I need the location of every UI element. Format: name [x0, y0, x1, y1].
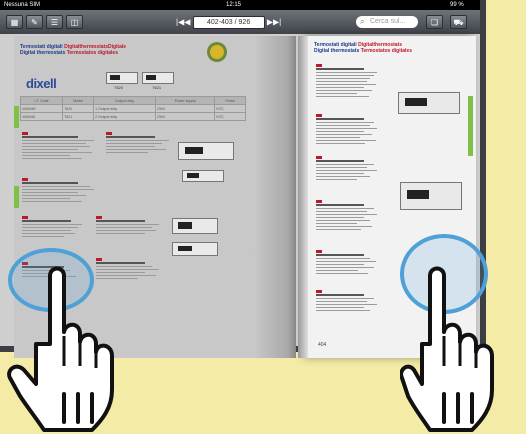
page-number: 404 — [318, 342, 327, 348]
controller-image — [172, 242, 218, 256]
two-page-icon: ◫ — [70, 18, 79, 27]
page-edge — [298, 36, 308, 358]
list-button[interactable]: ☰ — [46, 15, 63, 29]
product-description-block — [316, 250, 384, 276]
controller-image — [182, 170, 224, 182]
carrier-label: Nessuna SIM — [4, 2, 41, 8]
battery-label: 99 % — [450, 2, 464, 8]
search-icon: ⌕ — [360, 17, 365, 26]
search-placeholder: Cerca sul... — [370, 18, 406, 25]
pencil-icon: ✎ — [31, 18, 38, 27]
edit-button[interactable]: ✎ — [26, 15, 43, 29]
bookmark-button[interactable]: ❏ — [426, 15, 443, 29]
dixell-logo: dixell — [26, 76, 57, 91]
product-description-block — [316, 290, 384, 313]
product-description-block — [22, 216, 92, 239]
controller-image — [172, 218, 218, 234]
page-curl-shadow — [254, 36, 296, 358]
first-page-icon[interactable]: |◀◀ — [176, 18, 190, 27]
controller-image — [178, 142, 234, 160]
two-page-button[interactable]: ◫ — [66, 15, 83, 29]
table-row: 4060060 T620 1 Output relay 230V NTC — [19, 104, 246, 113]
illustration-frame: Nessuna SIM 12:15 99 % ▦ ✎ ☰ ◫ |◀◀ 402-4… — [0, 0, 526, 434]
section-marker — [14, 186, 19, 208]
right-page-title: Termostati digitali Digitalthermostats D… — [314, 42, 412, 54]
cart-button[interactable]: ⛟ — [450, 15, 467, 29]
status-bar: Nessuna SIM 12:15 99 % — [0, 0, 480, 10]
product-description-block — [106, 132, 176, 155]
left-hand-icon — [7, 266, 114, 432]
section-marker — [468, 96, 473, 156]
bookmark-icon: ❏ — [430, 18, 439, 27]
product-description-block — [22, 132, 102, 161]
controller-image — [398, 92, 460, 114]
cart-icon: ⛟ — [453, 18, 464, 27]
model-label: T621 — [152, 85, 162, 90]
model-label: T620 — [114, 85, 124, 90]
clock: 12:15 — [226, 2, 242, 8]
table-row: 4060061 T621 2 Output relay 230V NTC — [19, 112, 246, 121]
section-marker — [14, 106, 19, 128]
product-description-block — [96, 216, 166, 236]
right-hand-icon — [400, 266, 494, 432]
search-input[interactable]: ⌕ Cerca sul... — [356, 16, 418, 28]
thermostat-image — [142, 72, 174, 84]
reader-toolbar: ▦ ✎ ☰ ◫ |◀◀ 402-403 / 926 ▶▶| ⌕ Cerca su… — [0, 10, 480, 34]
page-navigation: |◀◀ 402-403 / 926 ▶▶| — [176, 16, 281, 29]
last-page-icon[interactable]: ▶▶| — [267, 18, 281, 27]
grid-icon: ▦ — [10, 18, 19, 27]
sunflower-logo — [210, 45, 224, 59]
product-description-block — [22, 178, 102, 204]
thermostat-image — [106, 72, 138, 84]
product-table: I.T. Code Model Output relay Power supply Pr… — [19, 96, 246, 121]
controller-image — [400, 182, 462, 210]
left-page-title: Termostati digitali DigitalthermostatsDi… — [20, 44, 127, 56]
product-description-block — [316, 114, 384, 146]
product-description-block — [316, 64, 384, 99]
list-icon: ☰ — [50, 18, 59, 27]
product-description-block — [316, 200, 384, 232]
grid-view-button[interactable]: ▦ — [6, 15, 23, 29]
product-description-block — [316, 156, 384, 182]
page-indicator-field[interactable]: 402-403 / 926 — [192, 16, 265, 29]
